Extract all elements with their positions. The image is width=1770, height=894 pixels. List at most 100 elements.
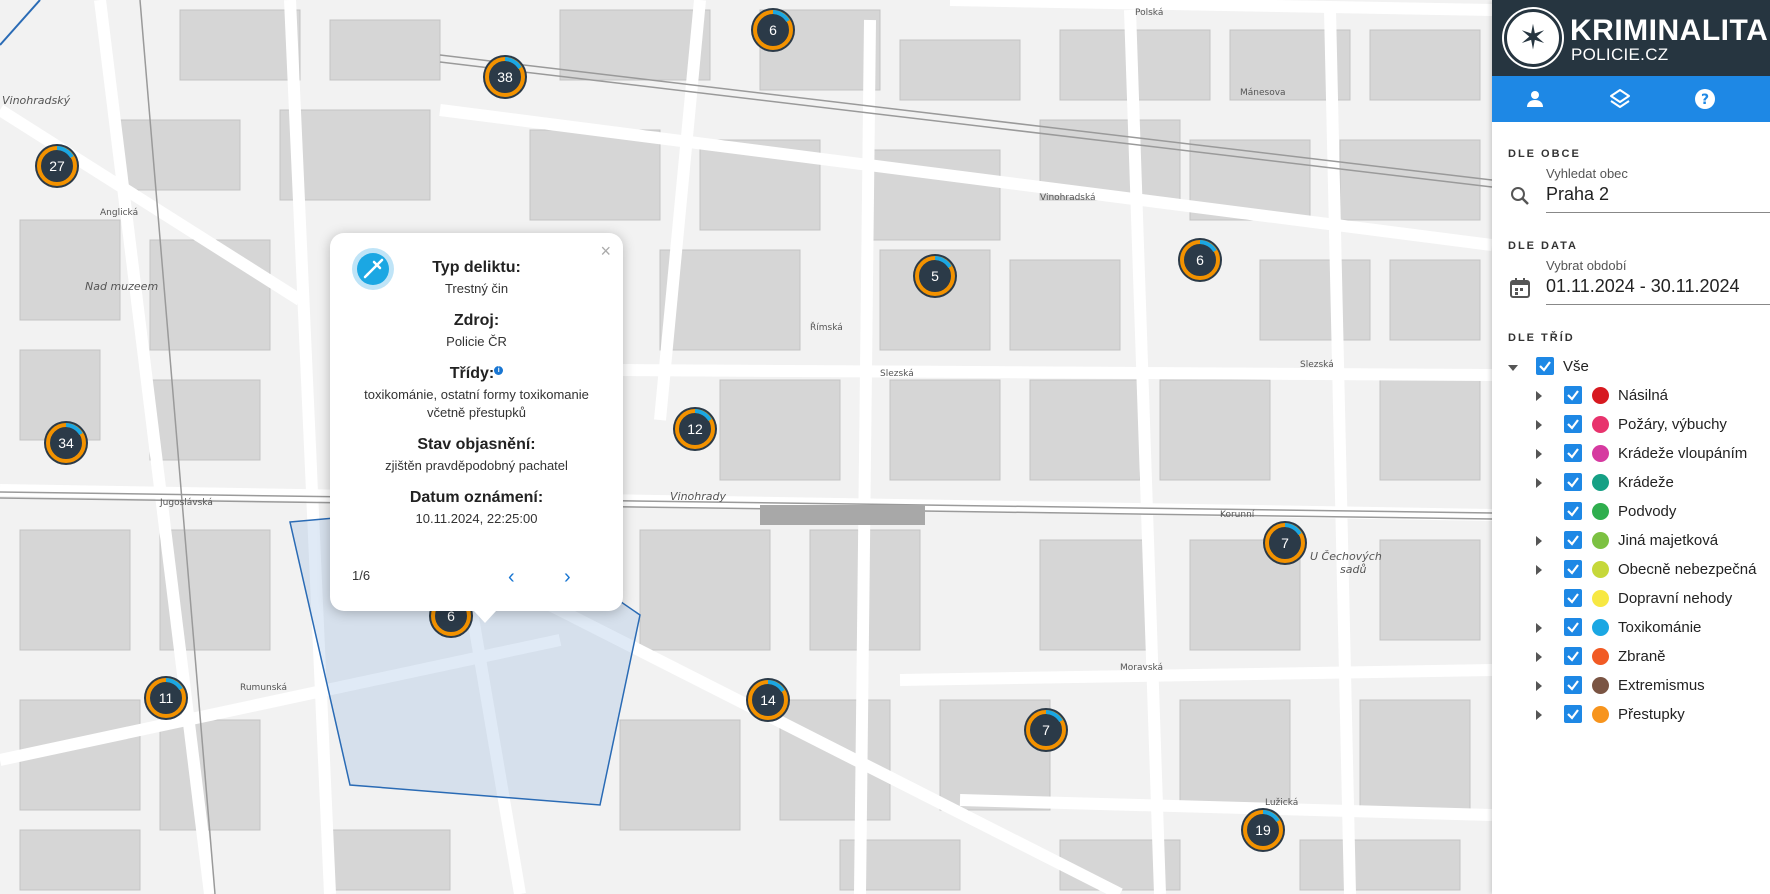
- date-label: Datum oznámení:: [409, 489, 544, 506]
- cluster-count: 19: [1255, 822, 1271, 838]
- cluster-count: 7: [1281, 535, 1289, 551]
- crime-cluster-marker[interactable]: 6: [750, 7, 796, 53]
- class-checkbox[interactable]: [1564, 502, 1582, 520]
- chevron-down-icon[interactable]: [1508, 365, 1518, 371]
- class-color-dot: [1592, 503, 1609, 520]
- class-label: Zbraně: [1618, 648, 1666, 665]
- obec-search-input[interactable]: [1546, 184, 1770, 205]
- popup-pager: 1/6: [352, 568, 371, 583]
- class-color-dot: [1592, 387, 1609, 404]
- layers-icon: [1609, 89, 1630, 108]
- cluster-count: 5: [931, 268, 939, 284]
- class-checkbox[interactable]: [1564, 647, 1582, 665]
- chevron-right-icon[interactable]: [1536, 565, 1542, 575]
- chevron-left-icon[interactable]: ‹: [508, 566, 515, 589]
- chevron-right-icon[interactable]: [1536, 710, 1542, 720]
- class-checkbox[interactable]: [1564, 618, 1582, 636]
- cluster-count: 11: [158, 690, 174, 706]
- date-field-label: Vybrat období: [1546, 258, 1627, 273]
- class-row: Násilná: [1492, 383, 1770, 412]
- source-value: Policie ČR: [446, 334, 507, 349]
- cluster-count: 7: [1042, 722, 1050, 738]
- svg-text:Vinohrady: Vinohrady: [670, 490, 727, 503]
- obec-field-label: Vyhledat obec: [1546, 166, 1628, 181]
- class-checkbox[interactable]: [1564, 386, 1582, 404]
- chevron-right-icon[interactable]: [1536, 652, 1542, 662]
- person-icon: [1526, 91, 1543, 107]
- chevron-right-icon[interactable]: [1536, 623, 1542, 633]
- class-row: Toxikománie: [1492, 615, 1770, 644]
- class-color-dot: [1592, 706, 1609, 723]
- police-logo: ✶: [1504, 9, 1562, 67]
- sidebar: ✶ KRIMINALITA POLICIE.CZ ? DLE OBCE Vyhl…: [1492, 0, 1770, 894]
- crime-cluster-marker[interactable]: 6: [1177, 237, 1223, 283]
- class-row: Obecně nebezpečná: [1492, 557, 1770, 586]
- obec-field[interactable]: Vyhledat obec: [1508, 166, 1770, 216]
- chevron-right-icon[interactable]: [1536, 536, 1542, 546]
- class-color-dot: [1592, 619, 1609, 636]
- date-field[interactable]: Vybrat období: [1508, 258, 1770, 308]
- tab-layers[interactable]: [1577, 76, 1662, 122]
- class-checkbox[interactable]: [1564, 531, 1582, 549]
- date-range-input[interactable]: [1546, 276, 1770, 297]
- class-color-dot: [1592, 474, 1609, 491]
- crime-cluster-marker[interactable]: 12: [672, 406, 718, 452]
- class-label: Požáry, výbuchy: [1618, 416, 1727, 433]
- chevron-right-icon[interactable]: [1536, 420, 1542, 430]
- chevron-right-icon[interactable]: ›: [564, 566, 571, 589]
- incident-popup: × Typ deliktu: Trestný čin Zdroj: Polici…: [330, 233, 623, 623]
- class-color-dot: [1592, 648, 1609, 665]
- svg-text:Anglická: Anglická: [100, 208, 138, 218]
- tab-person[interactable]: [1492, 76, 1577, 122]
- type-label: Typ deliktu:: [432, 259, 521, 276]
- crime-cluster-marker[interactable]: 5: [912, 253, 958, 299]
- crime-cluster-marker[interactable]: 7: [1262, 520, 1308, 566]
- help-icon: ?: [1694, 89, 1715, 109]
- svg-text:Mánesova: Mánesova: [1240, 88, 1286, 98]
- crime-cluster-marker[interactable]: 11: [143, 675, 189, 721]
- status-label: Stav objasnění:: [417, 436, 536, 453]
- tab-help[interactable]: ?: [1662, 76, 1747, 122]
- calendar-icon: [1510, 278, 1530, 298]
- class-checkbox[interactable]: [1564, 589, 1582, 607]
- svg-text:Polská: Polská: [1135, 8, 1163, 18]
- info-icon[interactable]: i: [494, 365, 504, 375]
- cluster-count: 34: [58, 435, 74, 451]
- class-checkbox[interactable]: [1564, 676, 1582, 694]
- type-value: Trestný čin: [444, 281, 509, 296]
- class-checkbox[interactable]: [1564, 415, 1582, 433]
- section-data: DLE DATA: [1508, 240, 1578, 252]
- svg-text:Římská: Římská: [810, 322, 843, 333]
- brand-header: ✶ KRIMINALITA POLICIE.CZ: [1492, 0, 1770, 76]
- chevron-right-icon[interactable]: [1536, 681, 1542, 691]
- crime-map[interactable]: Polská Mánesova Vinohradská Slezská Slez…: [0, 0, 1492, 894]
- search-icon: [1511, 187, 1529, 205]
- class-checkbox[interactable]: [1564, 473, 1582, 491]
- svg-text:Jugoslávská: Jugoslávská: [159, 498, 213, 508]
- crime-cluster-marker[interactable]: 34: [43, 420, 89, 466]
- class-row: Jiná majetková: [1492, 528, 1770, 557]
- brand-title: KRIMINALITA: [1570, 14, 1769, 47]
- class-color-dot: [1592, 590, 1609, 607]
- class-label: Dopravní nehody: [1618, 590, 1733, 607]
- checkbox-all[interactable]: [1536, 357, 1554, 375]
- class-checkbox[interactable]: [1564, 705, 1582, 723]
- class-color-dot: [1592, 561, 1609, 578]
- class-checkbox[interactable]: [1564, 560, 1582, 578]
- chevron-right-icon[interactable]: [1536, 478, 1542, 488]
- crime-cluster-marker[interactable]: 38: [482, 54, 528, 100]
- class-row: Zbraně: [1492, 644, 1770, 673]
- crime-cluster-marker[interactable]: 19: [1240, 807, 1286, 853]
- crime-cluster-marker[interactable]: 14: [745, 677, 791, 723]
- class-label: Obecně nebezpečná: [1618, 561, 1757, 578]
- class-row: Podvody: [1492, 499, 1770, 528]
- class-row: Přestupky: [1492, 702, 1770, 731]
- crime-cluster-marker[interactable]: 27: [34, 143, 80, 189]
- class-label: Krádeže vloupáním: [1618, 445, 1748, 462]
- map-base-layer: Polská Mánesova Vinohradská Slezská Slez…: [0, 0, 1492, 894]
- class-checkbox[interactable]: [1564, 444, 1582, 462]
- chevron-right-icon[interactable]: [1536, 391, 1542, 401]
- crime-cluster-marker[interactable]: 7: [1023, 707, 1069, 753]
- chevron-right-icon[interactable]: [1536, 449, 1542, 459]
- svg-text:Rumunská: Rumunská: [240, 683, 287, 693]
